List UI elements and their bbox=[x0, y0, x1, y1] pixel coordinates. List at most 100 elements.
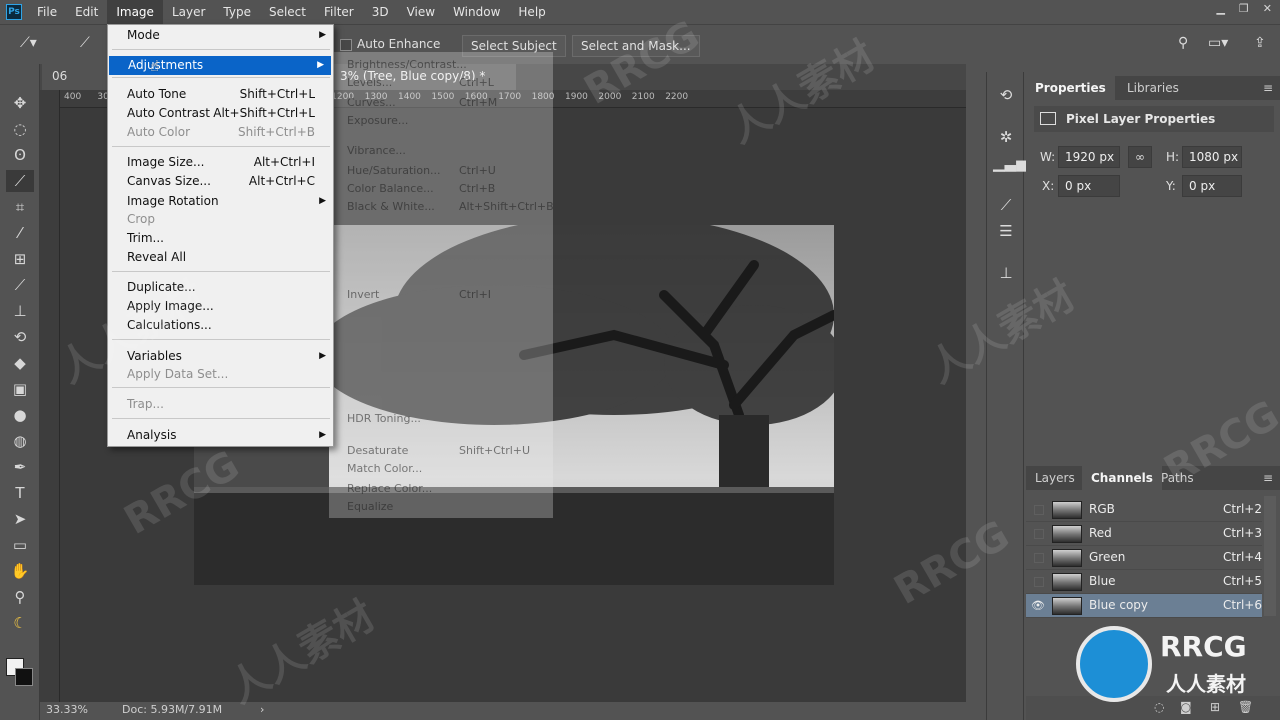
delete-channel-icon[interactable]: 🗑 bbox=[1238, 700, 1253, 714]
banana-icon[interactable]: ☾ bbox=[6, 612, 34, 634]
search-icon[interactable]: ⚲ bbox=[1178, 35, 1188, 51]
eyedropper-tool-icon[interactable]: ⁄ bbox=[6, 222, 34, 244]
workspace-icon[interactable]: ▭▾ bbox=[1208, 35, 1228, 51]
menu-3d[interactable]: 3D bbox=[363, 0, 398, 24]
select-and-mask-button[interactable]: Select and Mask... bbox=[572, 35, 700, 57]
zoom-tool-icon[interactable]: ⚲ bbox=[6, 586, 34, 608]
menu-item-auto-contrast[interactable]: Auto Contrast Alt+Shift+Ctrl+L bbox=[108, 104, 333, 123]
quick-selection-tool-icon[interactable]: ⟋▾ bbox=[20, 35, 37, 51]
hand-tool-icon[interactable]: ✋ bbox=[6, 560, 34, 582]
y-field[interactable]: 0 px bbox=[1182, 175, 1242, 197]
type-tool-icon[interactable]: T bbox=[6, 482, 34, 504]
quick-selection-tool-icon[interactable]: ⟋ bbox=[6, 170, 34, 192]
path-selection-icon[interactable]: ➤ bbox=[6, 508, 34, 530]
tab-libraries[interactable]: Libraries bbox=[1118, 76, 1188, 100]
menu-layer[interactable]: Layer bbox=[163, 0, 214, 24]
adjustment-item-desaturate[interactable]: Desaturate Shift+Ctrl+U bbox=[347, 444, 530, 457]
adjustment-item-levels[interactable]: Levels... Ctrl+L bbox=[347, 76, 494, 89]
load-selection-icon[interactable]: ◌ bbox=[1154, 700, 1164, 714]
tab-channels[interactable]: Channels bbox=[1082, 466, 1162, 490]
panel-menu-icon[interactable]: ≡ bbox=[1254, 76, 1280, 100]
pen-tool-icon[interactable]: ✒ bbox=[6, 456, 34, 478]
x-field[interactable]: 0 px bbox=[1058, 175, 1120, 197]
adjustments-icon[interactable]: ☰ bbox=[993, 222, 1019, 244]
restore-icon[interactable]: ❐ bbox=[1239, 2, 1249, 15]
channels-scrollbar[interactable] bbox=[1264, 496, 1276, 616]
adjustment-item-curves[interactable]: Curves... Ctrl+M bbox=[347, 96, 497, 109]
adjustment-item-invert[interactable]: Invert Ctrl+I bbox=[347, 288, 491, 301]
menu-item-adjustments[interactable]: Adjustments ▶ bbox=[109, 56, 331, 75]
marquee-tool-icon[interactable]: ◌ bbox=[6, 118, 34, 140]
clone-stamp-icon[interactable]: ⊥ bbox=[6, 300, 34, 322]
menu-item-variables[interactable]: Variables ▶ bbox=[108, 347, 333, 366]
histogram-icon[interactable]: ▁▃▅ bbox=[993, 154, 1028, 176]
rectangle-tool-icon[interactable]: ▭ bbox=[6, 534, 34, 556]
menu-item-analysis[interactable]: Analysis ▶ bbox=[108, 426, 333, 445]
menu-item-calculations[interactable]: Calculations... bbox=[108, 316, 333, 335]
link-icon[interactable]: ∞ bbox=[1128, 146, 1152, 168]
adjustment-item-hue-saturation[interactable]: Hue/Saturation... Ctrl+U bbox=[347, 164, 496, 177]
channel-row-blue-copy[interactable]: 👁 Blue copy Ctrl+6 bbox=[1026, 594, 1262, 618]
menu-image[interactable]: Image bbox=[107, 0, 163, 24]
adjustment-item-replace-color[interactable]: Replace Color... bbox=[347, 482, 432, 495]
adjustment-item-equalize[interactable]: Equalize bbox=[347, 500, 393, 513]
menu-edit[interactable]: Edit bbox=[66, 0, 107, 24]
menu-window[interactable]: Window bbox=[444, 0, 509, 24]
lasso-tool-icon[interactable]: ʘ bbox=[6, 144, 34, 166]
blur-tool-icon[interactable]: ● bbox=[6, 404, 34, 426]
adjustment-item-color-balance[interactable]: Color Balance... Ctrl+B bbox=[347, 182, 495, 195]
adjustment-item-match-color[interactable]: Match Color... bbox=[347, 462, 422, 475]
gradient-tool-icon[interactable]: ▣ bbox=[6, 378, 34, 400]
color-icon[interactable]: ✲ bbox=[993, 128, 1019, 150]
visibility-eye-icon[interactable] bbox=[1034, 577, 1044, 587]
crop-tool-icon[interactable]: ⌗ bbox=[6, 196, 34, 218]
panel-menu-icon[interactable]: ≡ bbox=[1254, 466, 1280, 490]
channel-row-green[interactable]: Green Ctrl+4 bbox=[1026, 546, 1262, 570]
save-selection-icon[interactable]: ◙ bbox=[1180, 700, 1192, 714]
new-channel-icon[interactable]: ⊞ bbox=[1210, 700, 1220, 714]
channel-row-rgb[interactable]: RGB Ctrl+2 bbox=[1026, 498, 1262, 522]
eraser-tool-icon[interactable]: ◆ bbox=[6, 352, 34, 374]
healing-brush-icon[interactable]: ⊞ bbox=[6, 248, 34, 270]
history-brush-icon[interactable]: ⟲ bbox=[6, 326, 34, 348]
channel-row-blue[interactable]: Blue Ctrl+5 bbox=[1026, 570, 1262, 594]
width-field[interactable]: 1920 px bbox=[1058, 146, 1120, 168]
close-icon[interactable]: ✕ bbox=[1263, 2, 1272, 15]
document-tab-1[interactable]: 06 chann bbox=[42, 64, 108, 107]
dodge-tool-icon[interactable]: ◍ bbox=[6, 430, 34, 452]
menu-file[interactable]: File bbox=[28, 0, 66, 24]
auto-enhance-checkbox[interactable] bbox=[340, 39, 352, 51]
channel-row-red[interactable]: Red Ctrl+3 bbox=[1026, 522, 1262, 546]
zoom-level[interactable]: 33.33% bbox=[46, 703, 88, 716]
menu-help[interactable]: Help bbox=[509, 0, 554, 24]
menu-item-reveal-all[interactable]: Reveal All bbox=[108, 248, 333, 267]
menu-select[interactable]: Select bbox=[260, 0, 315, 24]
tab-properties[interactable]: Properties bbox=[1026, 76, 1115, 100]
height-field[interactable]: 1080 px bbox=[1182, 146, 1242, 168]
status-arrow-icon[interactable]: › bbox=[260, 703, 264, 716]
menu-item-duplicate[interactable]: Duplicate... bbox=[108, 278, 333, 297]
tab-paths[interactable]: Paths bbox=[1152, 466, 1203, 490]
adjustment-item-hdr-toning[interactable]: HDR Toning... bbox=[347, 412, 421, 425]
brush-tool-icon[interactable]: ⟋ bbox=[6, 274, 34, 296]
menu-item-mode[interactable]: Mode ▶ bbox=[108, 26, 333, 45]
minimize-icon[interactable]: ▁ bbox=[1216, 2, 1224, 15]
adjustment-item-brightness-contrast[interactable]: Brightness/Contrast... bbox=[347, 58, 467, 71]
visibility-eye-icon[interactable] bbox=[1034, 505, 1044, 515]
visibility-eye-icon[interactable]: 👁 bbox=[1031, 599, 1045, 613]
share-icon[interactable]: ⇪ bbox=[1254, 35, 1266, 51]
history-icon[interactable]: ⟲ bbox=[993, 86, 1019, 108]
menu-item-canvas-size[interactable]: Canvas Size... Alt+Ctrl+C bbox=[108, 172, 333, 191]
menu-item-apply-image[interactable]: Apply Image... bbox=[108, 297, 333, 316]
visibility-eye-icon[interactable] bbox=[1034, 553, 1044, 563]
menu-filter[interactable]: Filter bbox=[315, 0, 363, 24]
menu-item-image-size[interactable]: Image Size... Alt+Ctrl+I bbox=[108, 153, 333, 172]
move-tool-icon[interactable]: ✥ bbox=[6, 92, 34, 114]
adjustment-item-exposure[interactable]: Exposure... bbox=[347, 114, 408, 127]
background-color-swatch[interactable] bbox=[15, 668, 33, 686]
menu-type[interactable]: Type bbox=[214, 0, 260, 24]
visibility-eye-icon[interactable] bbox=[1034, 529, 1044, 539]
brush-add-icon[interactable]: ⟋ bbox=[80, 35, 90, 51]
menu-view[interactable]: View bbox=[398, 0, 444, 24]
menu-item-trim[interactable]: Trim... bbox=[108, 229, 333, 248]
